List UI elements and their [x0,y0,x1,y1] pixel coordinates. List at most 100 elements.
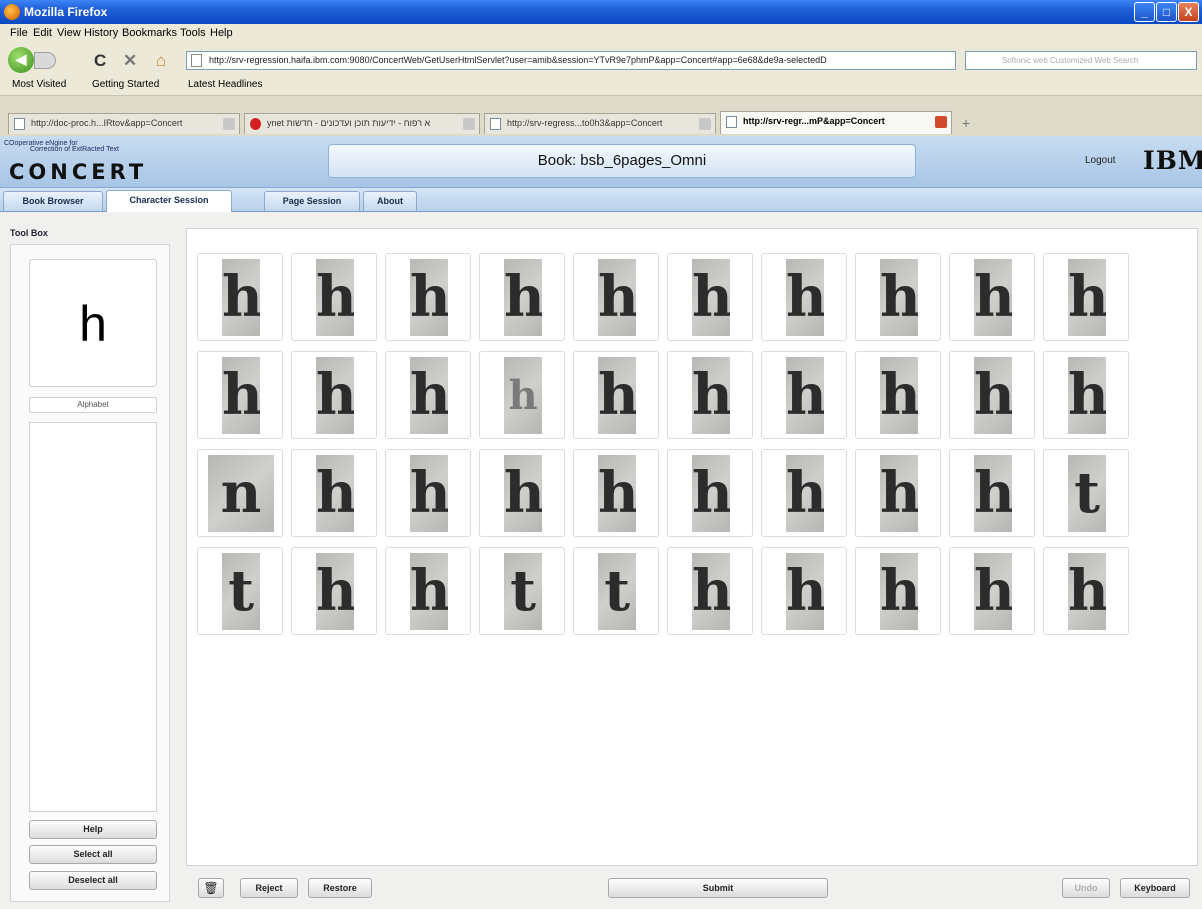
glyph-cell[interactable]: h [1043,253,1129,341]
restore-button[interactable]: Restore [308,878,372,898]
glyph-cell[interactable]: h [761,351,847,439]
glyph-cell[interactable]: h [291,449,377,537]
glyph-image: h [504,455,542,532]
glyph-cell[interactable]: h [385,253,471,341]
glyph-cell[interactable]: h [291,351,377,439]
logo-subtitle: Correction of ExtRacted Text [30,146,119,153]
trash-icon[interactable]: 🗑 [198,878,224,898]
help-button[interactable]: Help [29,820,157,839]
keyboard-button[interactable]: Keyboard [1120,878,1190,898]
glyph-cell[interactable]: h [949,547,1035,635]
glyph-cell[interactable]: h [385,547,471,635]
glyph-cell[interactable]: h [291,253,377,341]
glyph-cell[interactable]: h [573,253,659,341]
glyph-cell[interactable]: h [385,351,471,439]
close-tab-icon[interactable] [699,118,711,130]
glyph-cell[interactable]: h [479,449,565,537]
glyph-cell[interactable]: h [573,449,659,537]
menu-tools[interactable]: Tools [180,27,206,39]
close-window-button[interactable]: X [1178,2,1199,22]
menu-file[interactable]: File [10,27,28,39]
glyph-cell[interactable]: t [197,547,283,635]
alphabet-list[interactable] [29,422,157,812]
book-title: Book: bsb_6pages_Omni [328,144,916,178]
glyph-cell[interactable]: h [667,253,753,341]
glyph-cell[interactable]: h [855,253,941,341]
logout-link[interactable]: Logout [1085,155,1116,166]
select-all-button[interactable]: Select all [29,845,157,864]
close-tab-icon[interactable] [223,118,235,130]
alphabet-label: Alphabet [29,397,157,413]
glyph-cell[interactable]: h [855,449,941,537]
glyph-cell[interactable]: h [949,253,1035,341]
close-tab-icon[interactable] [935,116,947,128]
glyph-cell[interactable]: h [197,351,283,439]
glyph-image: h [692,553,730,630]
glyph-cell[interactable]: h [855,547,941,635]
glyph-cell[interactable]: h [855,351,941,439]
glyph-cell[interactable]: h [761,449,847,537]
menu-help[interactable]: Help [210,27,233,39]
home-icon[interactable]: ⌂ [156,52,166,69]
glyph-cell[interactable]: h [667,449,753,537]
glyph-image: h [974,455,1012,532]
glyph-cell[interactable]: h [761,253,847,341]
url-text: http://srv-regression.haifa.ibm.com:9080… [209,55,827,65]
glyph-cell[interactable]: h [949,351,1035,439]
glyph-cell[interactable]: n [197,449,283,537]
deselect-all-button[interactable]: Deselect all [29,871,157,890]
bookmark-most-visited[interactable]: Most Visited [12,79,66,90]
glyph-image: h [692,455,730,532]
reload-icon[interactable]: C [94,52,106,69]
glyph-cell[interactable]: h [667,351,753,439]
new-tab-button[interactable]: + [955,115,977,132]
tab-character-session[interactable]: Character Session [106,190,232,212]
glyph-cell[interactable]: t [1043,449,1129,537]
glyph-cell[interactable]: h [197,253,283,341]
glyph-cell[interactable]: h [949,449,1035,537]
glyph-cell[interactable]: h [479,351,565,439]
reject-button[interactable]: Reject [240,878,298,898]
browser-tab[interactable]: http://doc-proc.h...IRtov&app=Concert [8,113,240,134]
page-icon [490,118,501,130]
menu-bookmarks[interactable]: Bookmarks [122,27,177,39]
glyph-cell[interactable]: t [479,547,565,635]
glyph-cell[interactable]: h [1043,351,1129,439]
search-box[interactable]: Softonic web Customized Web Search [965,51,1197,70]
glyph-cell[interactable]: h [291,547,377,635]
glyph-image: h [504,357,542,434]
back-button[interactable]: ◀ [8,47,34,73]
glyph-image: h [692,259,730,336]
undo-button[interactable]: Undo [1062,878,1110,898]
glyph-cell[interactable]: h [1043,547,1129,635]
glyph-image: h [316,553,354,630]
glyph-image: h [410,259,448,336]
glyph-cell[interactable]: h [385,449,471,537]
close-tab-icon[interactable] [463,118,475,130]
menu-view[interactable]: View [57,27,81,39]
glyph-image: h [974,357,1012,434]
ibm-logo: IBM [1143,146,1202,175]
browser-tab[interactable]: ynet א רפוח - ידיעות תוכן ועדכונים - חדש… [244,113,480,134]
glyph-cell[interactable]: h [761,547,847,635]
bookmark-getting-started[interactable]: Getting Started [92,79,159,90]
browser-tab[interactable]: http://srv-regress...to0h3&app=Concert [484,113,716,134]
forward-button[interactable] [34,52,56,69]
minimize-button[interactable]: _ [1134,2,1155,22]
menu-history[interactable]: History [84,27,118,39]
browser-tab-active[interactable]: http://srv-regr...mP&app=Concert [720,111,952,134]
glyph-image: h [222,357,260,434]
stop-icon[interactable]: ✕ [123,52,137,69]
tab-about[interactable]: About [363,191,417,211]
bookmark-latest-headlines[interactable]: Latest Headlines [188,79,263,90]
glyph-cell[interactable]: h [573,351,659,439]
tab-book-browser[interactable]: Book Browser [3,191,103,211]
address-bar[interactable]: http://srv-regression.haifa.ibm.com:9080… [186,51,956,70]
submit-button[interactable]: Submit [608,878,828,898]
glyph-cell[interactable]: t [573,547,659,635]
glyph-cell[interactable]: h [667,547,753,635]
glyph-cell[interactable]: h [479,253,565,341]
menu-edit[interactable]: Edit [33,27,52,39]
tab-page-session[interactable]: Page Session [264,191,360,211]
maximize-button[interactable]: □ [1156,2,1177,22]
